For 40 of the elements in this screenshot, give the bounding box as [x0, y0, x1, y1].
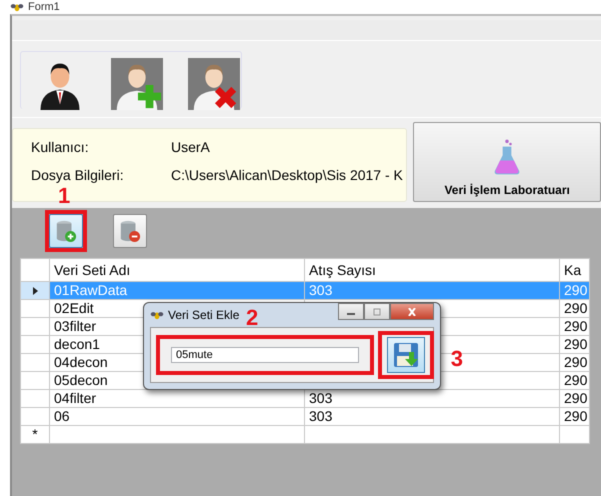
- table-cell: 303: [304, 282, 560, 300]
- table-cell: 290: [560, 354, 590, 372]
- minimize-button[interactable]: [338, 303, 364, 320]
- table-cell: 290: [560, 336, 590, 354]
- database-add-icon: [55, 219, 77, 243]
- table-cell: 290: [560, 372, 590, 390]
- table-cell: 290: [560, 282, 590, 300]
- window-title: Form1: [28, 1, 60, 13]
- table-cell: 06: [50, 408, 304, 426]
- info-value: C:\Users\Alican\Desktop\Sis 2017 - K: [171, 167, 403, 183]
- row-pointer-icon: [32, 287, 38, 295]
- table-cell: 290: [560, 300, 590, 318]
- info-label: Dosya Bilgileri:: [31, 167, 125, 183]
- flask-icon: [494, 137, 520, 177]
- close-button[interactable]: [390, 303, 434, 320]
- bee-icon: [10, 2, 24, 12]
- database-remove-icon: [119, 219, 141, 243]
- table-cell: 290: [560, 318, 590, 336]
- callout-number: 3: [450, 348, 463, 370]
- info-label: Kullanıcı:: [31, 139, 90, 155]
- dataset-name-field[interactable]: 05mute: [171, 347, 359, 363]
- callout-number: 1: [58, 185, 70, 207]
- save-button[interactable]: [387, 337, 425, 373]
- info-value: UserA: [171, 139, 210, 155]
- table-cell: 290: [560, 408, 590, 426]
- remove-user-icon[interactable]: [187, 58, 241, 110]
- bee-icon: [150, 310, 164, 320]
- column-header[interactable]: Atış Sayısı: [304, 258, 560, 282]
- add-user-icon[interactable]: [110, 58, 164, 110]
- table-cell: 01RawData: [50, 282, 304, 300]
- table-cell: 303: [304, 408, 560, 426]
- add-database-button[interactable]: [49, 214, 83, 248]
- column-header[interactable]: Veri Seti Adı: [50, 258, 304, 282]
- maximize-icon: [372, 308, 382, 316]
- maximize-button[interactable]: [364, 303, 390, 320]
- remove-database-button[interactable]: [113, 214, 147, 248]
- new-row-marker: *: [32, 426, 38, 442]
- lab-button[interactable]: Veri İşlem Laboratuarı: [413, 122, 601, 202]
- table-cell: 290: [560, 390, 590, 408]
- close-icon: [407, 308, 417, 316]
